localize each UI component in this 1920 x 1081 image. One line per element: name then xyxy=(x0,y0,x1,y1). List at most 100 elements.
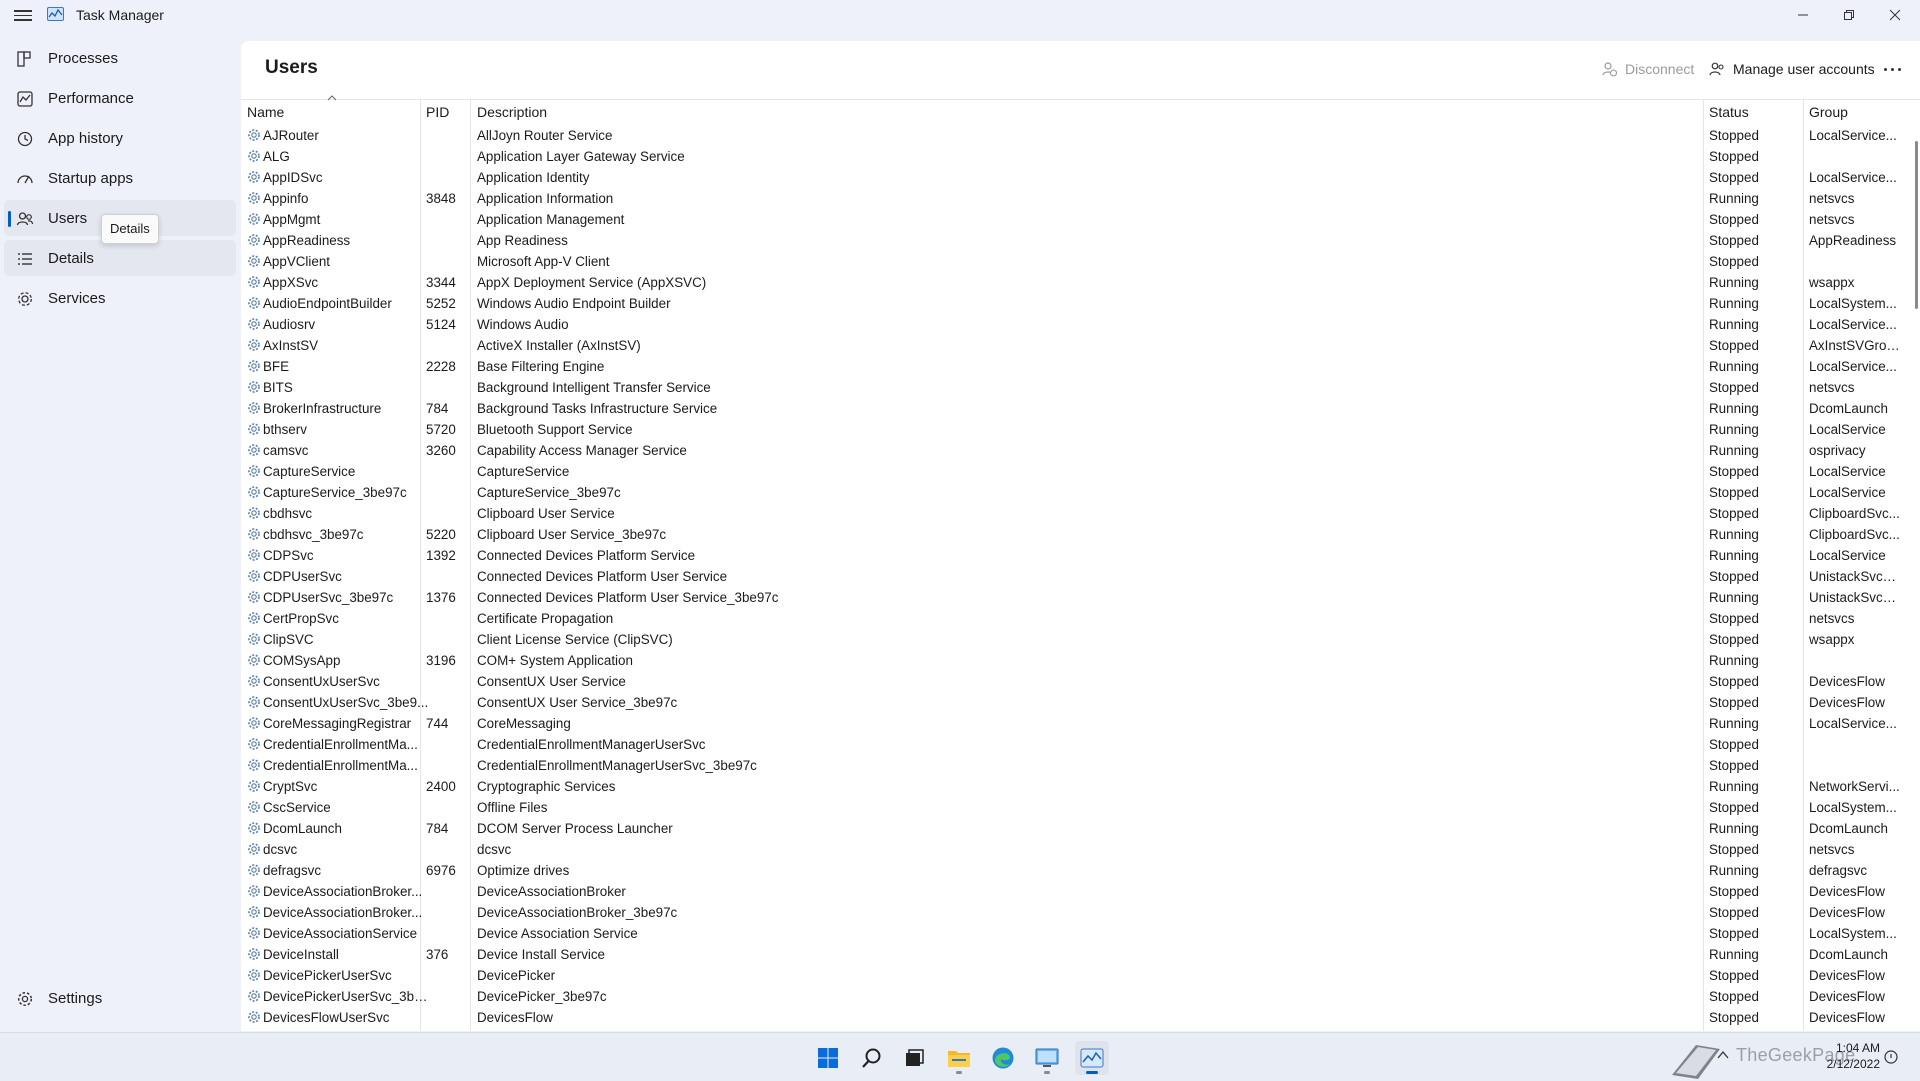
sidebar-item-processes[interactable]: Processes xyxy=(4,40,236,76)
column-header-description[interactable]: Description xyxy=(471,100,1677,125)
pid-cell xyxy=(426,377,466,398)
service-name-cell: AppXSvc xyxy=(247,272,431,293)
service-name: BFE xyxy=(263,359,290,374)
table-row[interactable]: BITS Background Intelligent Transfer Serv… xyxy=(241,377,1906,398)
service-name-cell: DeviceAssociationService xyxy=(247,923,431,944)
table-row[interactable]: CaptureService_3be97c CaptureService_3be9… xyxy=(241,482,1906,503)
description-cell: Device Association Service xyxy=(477,926,638,941)
group-cell xyxy=(1809,251,1901,272)
column-header-name[interactable]: Name xyxy=(241,95,417,125)
minimize-button[interactable] xyxy=(1780,0,1826,30)
table-row[interactable]: AxInstSV ActiveX Installer (AxInstSV) Stop… xyxy=(241,335,1906,356)
column-header-group[interactable]: Group xyxy=(1803,100,1903,125)
window-title: Task Manager xyxy=(76,7,164,23)
file-explorer-button[interactable] xyxy=(942,1041,976,1075)
service-name: ALG xyxy=(263,149,290,164)
table-row[interactable]: CDPUserSvc Connected Devices Platform Use… xyxy=(241,566,1906,587)
table-row[interactable]: dcsvc dcsvc Stopped netsvcs xyxy=(241,839,1906,860)
table-row[interactable]: BrokerInfrastructure 784 Background Tasks … xyxy=(241,398,1906,419)
table-row[interactable]: CDPSvc 1392 Connected Devices Platform Ser… xyxy=(241,545,1906,566)
table-row[interactable]: COMSysApp 3196 COM+ System Application Runn… xyxy=(241,650,1906,671)
column-header-pid[interactable]: PID xyxy=(420,100,470,125)
edge-browser-button[interactable] xyxy=(986,1041,1020,1075)
search-button[interactable] xyxy=(855,1041,889,1075)
status-cell: Stopped xyxy=(1709,485,1759,500)
sidebar-item-details[interactable]: Details xyxy=(4,240,236,276)
service-name-cell: dcsvc xyxy=(247,839,431,860)
table-row[interactable]: DeviceAssociationBroker... DeviceAssociat… xyxy=(241,881,1906,902)
service-name: AppReadiness xyxy=(263,233,351,248)
manage-user-accounts-button[interactable]: Manage user accounts xyxy=(1709,55,1875,83)
service-name: AppVClient xyxy=(263,254,330,269)
table-row[interactable]: CertPropSvc Certificate Propagation Stoppe… xyxy=(241,608,1906,629)
table-row[interactable]: DcomLaunch 784 DCOM Server Process Launche… xyxy=(241,818,1906,839)
sidebar-item-services[interactable]: Services xyxy=(4,280,236,316)
pid-cell: 784 xyxy=(426,401,449,416)
table-row[interactable]: CDPUserSvc_3be97c 1376 Connected Devices P… xyxy=(241,587,1906,608)
table-row[interactable]: DeviceAssociationBroker... DeviceAssociat… xyxy=(241,902,1906,923)
table-row[interactable]: CredentialEnrollmentMa... CredentialEnrol… xyxy=(241,734,1906,755)
table-row[interactable]: CoreMessagingRegistrar 744 CoreMessaging Ru… xyxy=(241,713,1906,734)
table-row[interactable]: bthserv 5720 Bluetooth Support Service Runn… xyxy=(241,419,1906,440)
table-row[interactable]: Audiosrv 5124 Windows Audio Running LocalSer… xyxy=(241,314,1906,335)
sidebar-item-app-history[interactable]: App history xyxy=(4,120,236,156)
hamburger-menu-icon[interactable] xyxy=(14,7,32,23)
service-name-cell: CDPUserSvc xyxy=(247,566,431,587)
processes-icon xyxy=(17,51,31,67)
table-row[interactable]: CscService Offline Files Stopped LocalSyste… xyxy=(241,797,1906,818)
status-cell: Stopped xyxy=(1709,569,1759,584)
table-row[interactable]: Appinfo 3848 Application Information Runnin… xyxy=(241,188,1906,209)
task-manager-taskbar-button[interactable] xyxy=(1075,1041,1109,1075)
group-cell: UnistackSvcG... xyxy=(1809,590,1901,605)
start-button[interactable] xyxy=(811,1041,845,1075)
table-row[interactable]: ALG Application Layer Gateway Service Stop… xyxy=(241,146,1906,167)
table-row[interactable]: CaptureService CaptureService Stopped Local… xyxy=(241,461,1906,482)
table-row[interactable]: AppVClient Microsoft App-V Client Stopped xyxy=(241,251,1906,272)
vertical-scrollbar[interactable] xyxy=(1915,141,1918,309)
service-name-cell: CDPUserSvc_3be97c xyxy=(247,587,431,608)
table-row[interactable]: AppMgmt Application Management Stopped nets… xyxy=(241,209,1906,230)
service-gear-icon xyxy=(248,444,260,456)
table-row[interactable]: camsvc 3260 Capability Access Manager Serv… xyxy=(241,440,1906,461)
service-name-cell: CredentialEnrollmentMa... xyxy=(247,734,431,755)
sidebar-item-settings[interactable]: Settings xyxy=(4,980,236,1016)
more-options-button[interactable] xyxy=(1878,55,1906,83)
clock[interactable]: 1:04 AM 2/12/2022 xyxy=(1820,1040,1880,1072)
table-row[interactable]: DeviceAssociationService Device Associati… xyxy=(241,923,1906,944)
description-cell: Application Identity xyxy=(477,170,590,185)
table-row[interactable]: defragsvc 6976 Optimize drives Running defra… xyxy=(241,860,1906,881)
table-row[interactable]: cbdhsvc_3be97c 5220 Clipboard User Service… xyxy=(241,524,1906,545)
description-cell: Microsoft App-V Client xyxy=(477,254,610,269)
close-button[interactable] xyxy=(1872,0,1918,30)
restore-button[interactable] xyxy=(1826,0,1872,30)
table-row[interactable]: cbdhsvc Clipboard User Service Stopped Clip… xyxy=(241,503,1906,524)
table-row[interactable]: AudioEndpointBuilder 5252 Windows Audio En… xyxy=(241,293,1906,314)
disconnect-button[interactable]: Disconnect xyxy=(1601,55,1694,83)
status-cell: Stopped xyxy=(1709,611,1759,626)
column-header-status[interactable]: Status xyxy=(1703,100,1803,125)
sidebar-item-startup-apps[interactable]: Startup apps xyxy=(4,160,236,196)
task-view-button[interactable] xyxy=(897,1041,931,1075)
table-row[interactable]: CredentialEnrollmentMa... CredentialEnrol… xyxy=(241,755,1906,776)
table-row[interactable]: DevicePickerUserSvc DevicePicker Stopped De… xyxy=(241,965,1906,986)
table-row[interactable]: BFE 2228 Base Filtering Engine Running Local… xyxy=(241,356,1906,377)
sidebar-item-performance[interactable]: Performance xyxy=(4,80,236,116)
service-gear-icon xyxy=(248,591,260,603)
table-row[interactable]: ClipSVC Client License Service (ClipSVC) S… xyxy=(241,629,1906,650)
group-cell: DevicesFlow xyxy=(1809,968,1885,983)
table-row[interactable]: AJRouter AllJoyn Router Service Stopped Loc… xyxy=(241,125,1906,146)
system-tray[interactable] xyxy=(1717,1047,1729,1063)
group-cell: defragsvc xyxy=(1809,863,1868,878)
table-row[interactable]: AppXSvc 3344 AppX Deployment Service (AppX… xyxy=(241,272,1906,293)
table-row[interactable]: DevicePickerUserSvc_3be... DevicePicker_3… xyxy=(241,986,1906,1007)
table-row[interactable]: DevicesFlowUserSvc DevicesFlow Stopped Devi… xyxy=(241,1007,1906,1028)
control-panel-button[interactable] xyxy=(1030,1041,1064,1075)
table-row[interactable]: AppReadiness App Readiness Stopped AppReadi… xyxy=(241,230,1906,251)
table-row[interactable]: ConsentUxUserSvc_3be9... ConsentUX User S… xyxy=(241,692,1906,713)
table-row[interactable]: DeviceInstall 376 Device Install Service Ru… xyxy=(241,944,1906,965)
table-row[interactable]: ConsentUxUserSvc ConsentUX User Service St… xyxy=(241,671,1906,692)
table-row[interactable]: CryptSvc 2400 Cryptographic Services Runnin… xyxy=(241,776,1906,797)
service-name: DevicePickerUserSvc_3be... xyxy=(263,989,431,1004)
notification-button[interactable] xyxy=(1884,1050,1898,1068)
table-row[interactable]: AppIDSvc Application Identity Stopped Local… xyxy=(241,167,1906,188)
